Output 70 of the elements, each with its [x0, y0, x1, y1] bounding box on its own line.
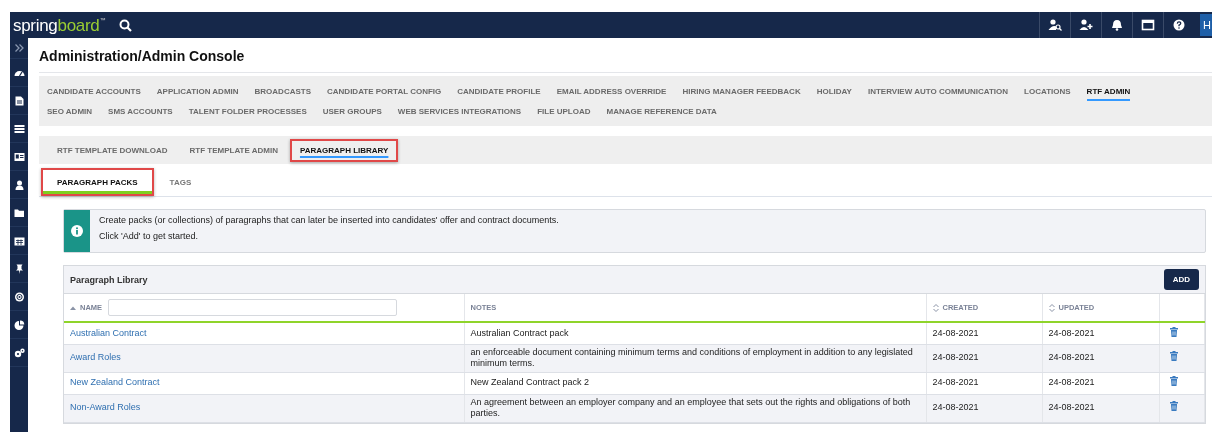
name-filter-field[interactable] [108, 299, 398, 316]
card-icon[interactable] [13, 151, 25, 162]
tab[interactable]: FILE UPLOAD [537, 103, 591, 121]
user-search-icon [1048, 19, 1062, 31]
delete-icon[interactable] [1169, 351, 1178, 362]
tab[interactable]: HIRING MANAGER FEEDBACK [682, 83, 801, 101]
target-icon[interactable] [13, 291, 25, 302]
info-text: Click 'Add' to get started. [99, 231, 199, 242]
table-cell: 24-08-2021 [1048, 377, 1095, 388]
panel-title: Paragraph Library [70, 274, 148, 285]
tab[interactable]: MANAGE REFERENCE DATA [606, 103, 717, 121]
name-link[interactable]: Award Roles [70, 352, 121, 363]
pin-icon[interactable] [13, 263, 25, 274]
tab[interactable]: TALENT FOLDER PROCESSES [188, 103, 307, 121]
tab[interactable]: PARAGRAPH PACKS [41, 168, 154, 196]
tab[interactable]: CANDIDATE ACCOUNTS [47, 83, 141, 101]
delete-icon[interactable] [1169, 376, 1178, 387]
tab[interactable]: CANDIDATE PROFILE [457, 83, 541, 101]
tab[interactable]: LOCATIONS [1024, 83, 1071, 101]
tab[interactable]: RTF TEMPLATE DOWNLOAD [47, 138, 178, 162]
document-icon[interactable] [13, 95, 25, 106]
tab[interactable]: APPLICATION ADMIN [156, 83, 239, 101]
tab[interactable]: SMS ACCOUNTS [108, 103, 173, 121]
user-icon[interactable] [13, 179, 25, 190]
tab[interactable]: USER GROUPS [322, 103, 382, 121]
delete-icon[interactable] [1169, 401, 1178, 412]
tab[interactable]: TAGS [153, 168, 208, 196]
add-button[interactable]: ADD [1163, 269, 1199, 290]
tab[interactable]: RTF TEMPLATE ADMIN [179, 138, 288, 162]
sort-up-icon[interactable] [70, 305, 76, 310]
user-button[interactable]: H [1200, 14, 1212, 36]
tab[interactable]: RTF ADMIN [1086, 83, 1131, 101]
info-text: Create packs (or collections) of paragraphs that can later be inserted into candidates' offer and contract documents. [99, 215, 559, 226]
table-cell: 24-08-2021 [1048, 402, 1095, 413]
tab[interactable]: INTERVIEW AUTO COMMUNICATION [867, 83, 1009, 101]
table-cell: 24-08-2021 [1048, 327, 1095, 338]
tab[interactable]: HOLIDAY [816, 83, 852, 101]
calendar-icon[interactable] [13, 235, 25, 246]
list-icon[interactable] [13, 123, 25, 134]
help-icon [1172, 19, 1186, 31]
table-cell: 24-08-2021 [1048, 352, 1095, 363]
search-icon[interactable] [119, 18, 133, 32]
info-icon [71, 225, 83, 237]
expand-icon[interactable] [14, 44, 24, 52]
name-link[interactable]: Australian Contract [70, 327, 147, 338]
table-cell: An agreement between an employer company and an employee that sets out the rights and obligations of both parties. [470, 396, 911, 418]
gears-icon[interactable] [13, 347, 25, 358]
tab[interactable]: PARAGRAPH LIBRARY [289, 138, 399, 162]
table-cell: New Zealand Contract pack 2 [470, 377, 590, 388]
tab[interactable]: WEB SERVICES INTEGRATIONS [397, 103, 522, 121]
tab[interactable]: EMAIL ADDRESS OVERRIDE [556, 83, 667, 101]
pie-icon[interactable] [13, 319, 25, 330]
page-title: Administration/Admin Console [39, 38, 1212, 73]
table-cell: 24-08-2021 [932, 377, 979, 388]
window-icon [1141, 19, 1155, 31]
user-add-icon [1079, 19, 1093, 31]
table-cell: 24-08-2021 [932, 402, 979, 413]
table-cell: 24-08-2021 [932, 327, 979, 338]
tab[interactable]: SEO ADMIN [47, 103, 93, 121]
table-cell: Australian Contract pack [470, 327, 569, 338]
tab[interactable]: CANDIDATE PORTAL CONFIG [327, 83, 442, 101]
name-link[interactable]: New Zealand Contract [70, 377, 160, 388]
delete-icon[interactable] [1169, 326, 1178, 337]
table-cell: an enforceable document containing minimum terms and conditions of employment in addition to any legislated minimum terms. [470, 346, 913, 368]
table-cell: 24-08-2021 [932, 352, 979, 363]
folder-icon[interactable] [13, 207, 25, 218]
logo[interactable]: springboard$^{™}$ [10, 16, 106, 34]
name-link[interactable]: Non-Award Roles [70, 402, 141, 413]
bell-icon [1110, 19, 1124, 31]
tab[interactable]: BROADCASTS [254, 83, 311, 101]
